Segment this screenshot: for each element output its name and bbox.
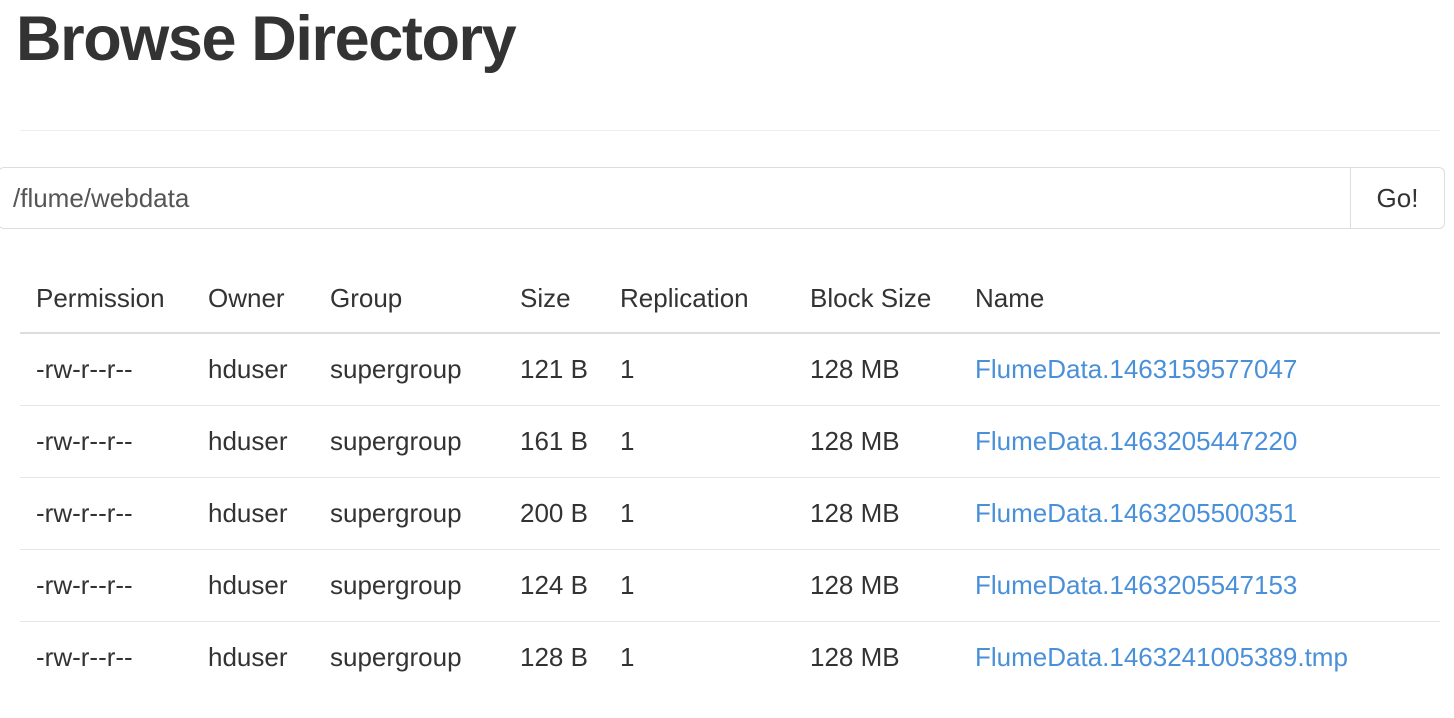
cell-size: 121 B — [520, 333, 620, 406]
column-header-replication[interactable]: Replication — [620, 275, 810, 334]
cell-block-size-text: 128 MB — [810, 354, 900, 384]
column-header-name[interactable]: Name — [975, 275, 1440, 334]
file-link[interactable]: FlumeData.1463205500351 — [975, 498, 1297, 528]
cell-name: FlumeData.1463205500351 — [975, 477, 1440, 550]
cell-owner: hduser — [208, 477, 330, 550]
cell-replication: 1 — [620, 405, 810, 478]
table-row: -rw-r--r-- hduser supergroup 121 B 1 128 MB Fl… — [20, 333, 1440, 406]
title-divider — [20, 130, 1440, 131]
cell-permission-text: -rw-r--r-- — [36, 642, 133, 672]
cell-size-text: 121 B — [520, 354, 588, 384]
cell-name: FlumeData.1463205547153 — [975, 549, 1440, 622]
cell-group: supergroup — [330, 333, 520, 406]
cell-owner-text: hduser — [208, 570, 288, 600]
cell-permission-text: -rw-r--r-- — [36, 498, 133, 528]
browse-directory-page: Browse Directory Go! Permission Owner Gr… — [0, 0, 1454, 718]
cell-owner-text: hduser — [208, 498, 288, 528]
cell-group: supergroup — [330, 405, 520, 478]
cell-replication: 1 — [620, 333, 810, 406]
cell-size-text: 128 B — [520, 642, 588, 672]
cell-size: 200 B — [520, 477, 620, 550]
cell-permission: -rw-r--r-- — [20, 477, 208, 550]
path-input-group: Go! — [0, 167, 1445, 229]
cell-block-size: 128 MB — [810, 549, 975, 622]
cell-owner: hduser — [208, 405, 330, 478]
cell-name: FlumeData.1463205447220 — [975, 405, 1440, 478]
cell-group-text: supergroup — [330, 642, 462, 672]
column-header-group[interactable]: Group — [330, 275, 520, 334]
cell-block-size: 128 MB — [810, 477, 975, 550]
cell-name: FlumeData.1463241005389.tmp — [975, 621, 1440, 693]
go-button[interactable]: Go! — [1350, 167, 1445, 229]
cell-permission-text: -rw-r--r-- — [36, 570, 133, 600]
cell-block-size: 128 MB — [810, 621, 975, 693]
cell-size: 161 B — [520, 405, 620, 478]
page-title: Browse Directory — [16, 4, 517, 74]
cell-replication-text: 1 — [620, 642, 635, 672]
cell-block-size-text: 128 MB — [810, 570, 900, 600]
directory-listing-body: -rw-r--r-- hduser supergroup 121 B 1 128 MB Fl… — [20, 333, 1440, 693]
cell-replication-text: 1 — [620, 498, 635, 528]
table-row: -rw-r--r-- hduser supergroup 124 B 1 128 MB Fl… — [20, 549, 1440, 622]
column-header-size[interactable]: Size — [520, 275, 620, 334]
column-header-owner[interactable]: Owner — [208, 275, 330, 334]
directory-path-input[interactable] — [0, 167, 1350, 229]
cell-size-text: 200 B — [520, 498, 588, 528]
cell-group: supergroup — [330, 621, 520, 693]
file-link[interactable]: FlumeData.1463159577047 — [975, 354, 1297, 384]
cell-permission-text: -rw-r--r-- — [36, 354, 133, 384]
cell-group-text: supergroup — [330, 426, 462, 456]
directory-listing-table: Permission Owner Group Size Replication … — [20, 275, 1440, 693]
cell-group-text: supergroup — [330, 498, 462, 528]
cell-permission: -rw-r--r-- — [20, 405, 208, 478]
cell-group-text: supergroup — [330, 570, 462, 600]
cell-block-size-text: 128 MB — [810, 642, 900, 672]
cell-owner-text: hduser — [208, 354, 288, 384]
cell-size-text: 124 B — [520, 570, 588, 600]
cell-replication: 1 — [620, 621, 810, 693]
cell-owner: hduser — [208, 621, 330, 693]
cell-replication-text: 1 — [620, 426, 635, 456]
cell-group-text: supergroup — [330, 354, 462, 384]
file-link[interactable]: FlumeData.1463205547153 — [975, 570, 1297, 600]
cell-replication-text: 1 — [620, 570, 635, 600]
cell-block-size-text: 128 MB — [810, 498, 900, 528]
cell-block-size: 128 MB — [810, 405, 975, 478]
cell-owner: hduser — [208, 333, 330, 406]
cell-name: FlumeData.1463159577047 — [975, 333, 1440, 406]
cell-block-size: 128 MB — [810, 333, 975, 406]
cell-size-text: 161 B — [520, 426, 588, 456]
cell-replication-text: 1 — [620, 354, 635, 384]
table-header-row: Permission Owner Group Size Replication … — [20, 275, 1440, 334]
cell-owner-text: hduser — [208, 642, 288, 672]
cell-block-size-text: 128 MB — [810, 426, 900, 456]
cell-owner: hduser — [208, 549, 330, 622]
cell-permission: -rw-r--r-- — [20, 621, 208, 693]
cell-size: 128 B — [520, 621, 620, 693]
table-row: -rw-r--r-- hduser supergroup 128 B 1 128 MB Fl… — [20, 621, 1440, 693]
file-link[interactable]: FlumeData.1463241005389.tmp — [975, 642, 1348, 672]
cell-group: supergroup — [330, 477, 520, 550]
cell-permission-text: -rw-r--r-- — [36, 426, 133, 456]
cell-size: 124 B — [520, 549, 620, 622]
table-row: -rw-r--r-- hduser supergroup 161 B 1 128 MB Fl… — [20, 405, 1440, 478]
file-link[interactable]: FlumeData.1463205447220 — [975, 426, 1297, 456]
column-header-permission[interactable]: Permission — [20, 275, 208, 334]
cell-group: supergroup — [330, 549, 520, 622]
cell-owner-text: hduser — [208, 426, 288, 456]
cell-replication: 1 — [620, 549, 810, 622]
cell-permission: -rw-r--r-- — [20, 333, 208, 406]
cell-permission: -rw-r--r-- — [20, 549, 208, 622]
column-header-block-size[interactable]: Block Size — [810, 275, 975, 334]
cell-replication: 1 — [620, 477, 810, 550]
table-row: -rw-r--r-- hduser supergroup 200 B 1 128 MB Fl… — [20, 477, 1440, 550]
